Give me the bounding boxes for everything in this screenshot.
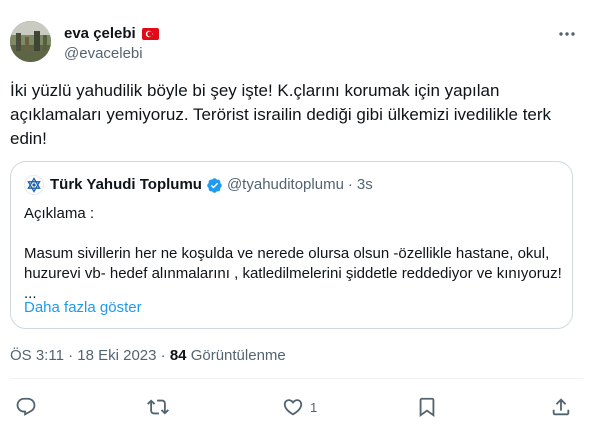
verified-badge-icon — [206, 177, 223, 194]
reply-icon — [16, 397, 36, 416]
quoted-author-handle[interactable]: @tyahuditoplumu — [227, 176, 344, 194]
quoted-text-line-2: Masum sivillerin her ne koşulda ve nered… — [24, 245, 562, 302]
more-dots-icon — [559, 32, 575, 36]
action-bar: 1 — [0, 394, 593, 420]
quoted-tweet-card[interactable]: Türk Yahudi Toplumu @tyahuditoplumu · 3s… — [10, 161, 573, 329]
star-of-david-logo-icon — [27, 177, 41, 193]
share-button[interactable] — [550, 394, 572, 420]
quoted-tweet-header: Türk Yahudi Toplumu @tyahuditoplumu · 3s — [24, 175, 373, 195]
bookmark-button[interactable] — [416, 394, 438, 420]
author-handle[interactable]: @evacelebi — [64, 45, 143, 63]
tweet-time[interactable]: ÖS 3:11 — [10, 347, 64, 364]
like-button[interactable]: 1 — [282, 394, 317, 420]
quoted-timestamp[interactable]: 3s — [357, 176, 373, 194]
retweet-icon — [147, 399, 169, 415]
meta-separator: · — [63, 347, 78, 364]
show-more-link[interactable]: Daha fazla göster — [24, 299, 142, 317]
quoted-tweet-text: Açıklama : Masum sivillerin her ne koşul… — [24, 204, 564, 304]
bookmark-icon — [419, 397, 435, 418]
reply-button[interactable] — [15, 394, 37, 420]
views-label: Görüntülenme — [190, 347, 286, 364]
retweet-button[interactable] — [147, 394, 169, 420]
author-avatar[interactable] — [10, 21, 51, 62]
quoted-author-name[interactable]: Türk Yahudi Toplumu — [50, 176, 202, 194]
author-name-row[interactable]: eva çelebi — [64, 25, 159, 43]
author-name[interactable]: eva çelebi — [64, 25, 136, 43]
quoted-text-line-1: Açıklama : — [24, 205, 95, 222]
avatar-image — [10, 21, 51, 62]
more-options-button[interactable] — [557, 24, 577, 44]
views-count: 84 — [169, 347, 187, 364]
meta-separator: · — [156, 347, 170, 364]
tweet: eva çelebi @evacelebi İki yüzlü yahudili… — [0, 0, 593, 430]
quoted-avatar[interactable] — [24, 175, 44, 195]
divider — [10, 378, 583, 379]
tweet-meta: ÖS 3:11 · 18 Eki 2023 · 84 Görüntülenme — [10, 347, 286, 365]
heart-icon — [283, 399, 303, 416]
tweet-date[interactable]: 18 Eki 2023 — [77, 347, 156, 364]
like-count: 1 — [310, 399, 318, 415]
share-icon — [552, 398, 570, 416]
tweet-text: İki yüzlü yahudilik böyle bi şey işte! K… — [10, 81, 552, 148]
turkey-flag-icon — [141, 28, 159, 40]
separator-dot: · — [347, 176, 353, 193]
